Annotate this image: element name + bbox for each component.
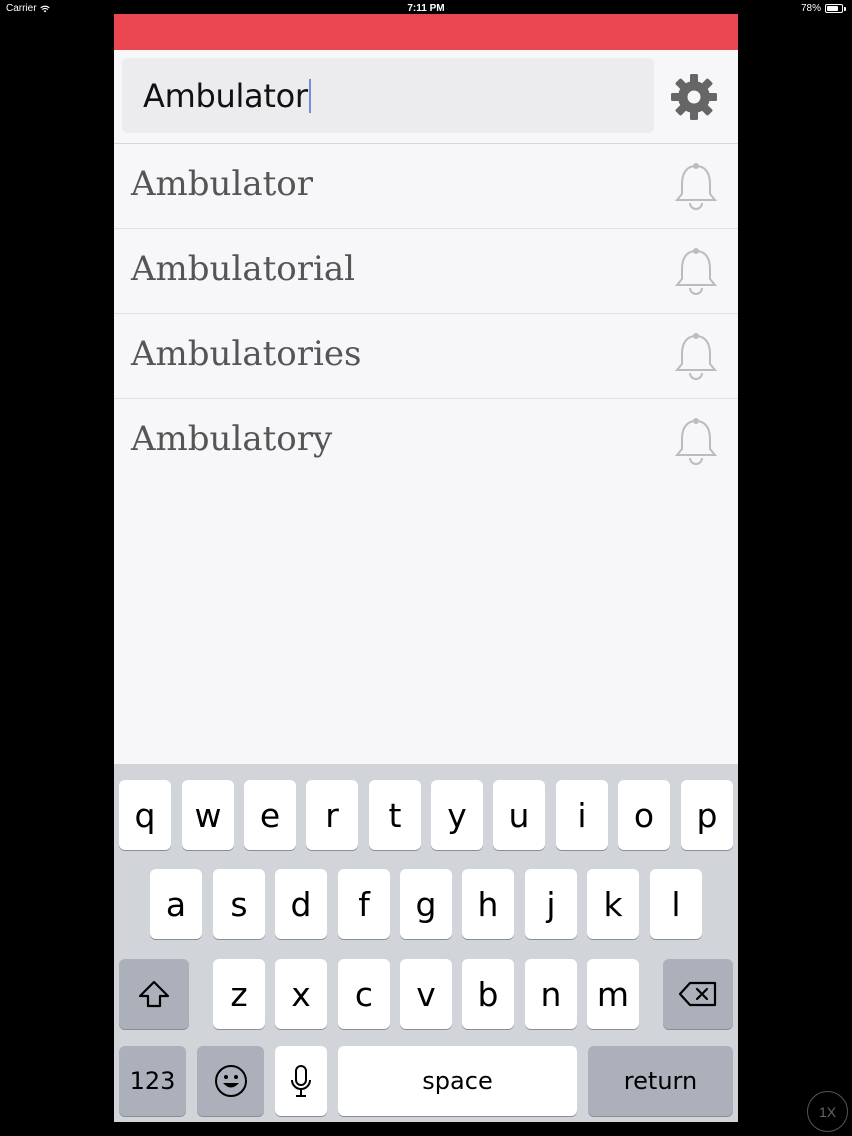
list-item[interactable]: Ambulator	[114, 144, 738, 229]
battery-percent: 78%	[800, 3, 821, 14]
bell-icon[interactable]	[672, 247, 720, 297]
list-item[interactable]: Ambulatory	[114, 399, 738, 484]
key-z[interactable]: z	[213, 959, 265, 1029]
key-g[interactable]: g	[400, 869, 452, 939]
key-j[interactable]: j	[525, 869, 577, 939]
search-input[interactable]: Ambulator	[122, 58, 654, 133]
key-x[interactable]: x	[275, 959, 327, 1029]
microphone-icon	[291, 1065, 311, 1097]
bell-icon[interactable]	[672, 417, 720, 467]
emoji-key[interactable]	[197, 1046, 264, 1116]
result-label: Ambulatories	[131, 334, 362, 374]
battery-info: 78%	[801, 3, 846, 14]
key-o[interactable]: o	[618, 780, 670, 850]
result-label: Ambulator	[131, 164, 313, 204]
list-item[interactable]: Ambulatorial	[114, 229, 738, 314]
key-p[interactable]: p	[681, 780, 733, 850]
bell-icon[interactable]	[672, 332, 720, 382]
key-m[interactable]: m	[587, 959, 639, 1029]
bell-icon[interactable]	[672, 162, 720, 212]
key-h[interactable]: h	[462, 869, 514, 939]
key-l[interactable]: l	[650, 869, 702, 939]
search-bar: Ambulator	[114, 50, 738, 144]
key-f[interactable]: f	[338, 869, 390, 939]
key-e[interactable]: e	[244, 780, 296, 850]
key-s[interactable]: s	[213, 869, 265, 939]
numbers-key[interactable]: 123	[119, 1046, 186, 1116]
gear-icon[interactable]	[670, 73, 718, 121]
key-q[interactable]: q	[119, 780, 171, 850]
key-n[interactable]: n	[525, 959, 577, 1029]
shift-icon	[138, 980, 170, 1008]
battery-icon	[825, 4, 843, 13]
key-u[interactable]: u	[493, 780, 545, 850]
key-r[interactable]: r	[306, 780, 358, 850]
key-c[interactable]: c	[338, 959, 390, 1029]
results-list: Ambulator Ambulatorial Ambulatories Ambu…	[114, 144, 738, 484]
key-b[interactable]: b	[462, 959, 514, 1029]
key-d[interactable]: d	[275, 869, 327, 939]
onscreen-keyboard: q w e r t y u i o p a s d f g h j k l z …	[114, 764, 738, 1122]
app-window: Ambulator Ambulator Ambulatorial Ambulat…	[114, 14, 738, 1122]
shift-key[interactable]	[119, 959, 189, 1029]
return-key[interactable]: return	[588, 1046, 733, 1116]
space-key[interactable]: space	[338, 1046, 577, 1116]
list-item[interactable]: Ambulatories	[114, 314, 738, 399]
delete-key[interactable]	[663, 959, 733, 1029]
key-v[interactable]: v	[400, 959, 452, 1029]
dictation-key[interactable]	[275, 1046, 327, 1116]
result-label: Ambulatorial	[131, 249, 356, 289]
key-i[interactable]: i	[556, 780, 608, 850]
key-a[interactable]: a	[150, 869, 202, 939]
emoji-icon	[214, 1065, 247, 1097]
result-label: Ambulatory	[131, 419, 333, 459]
zoom-badge[interactable]: 1X	[807, 1091, 848, 1132]
key-t[interactable]: t	[369, 780, 421, 850]
app-header-bar	[114, 14, 738, 50]
text-caret	[308, 78, 311, 113]
backspace-icon	[678, 981, 717, 1007]
key-y[interactable]: y	[431, 780, 483, 850]
status-time: 7:11 PM	[407, 3, 445, 14]
search-input-value: Ambulator	[143, 76, 308, 115]
key-w[interactable]: w	[182, 780, 234, 850]
key-k[interactable]: k	[587, 869, 639, 939]
